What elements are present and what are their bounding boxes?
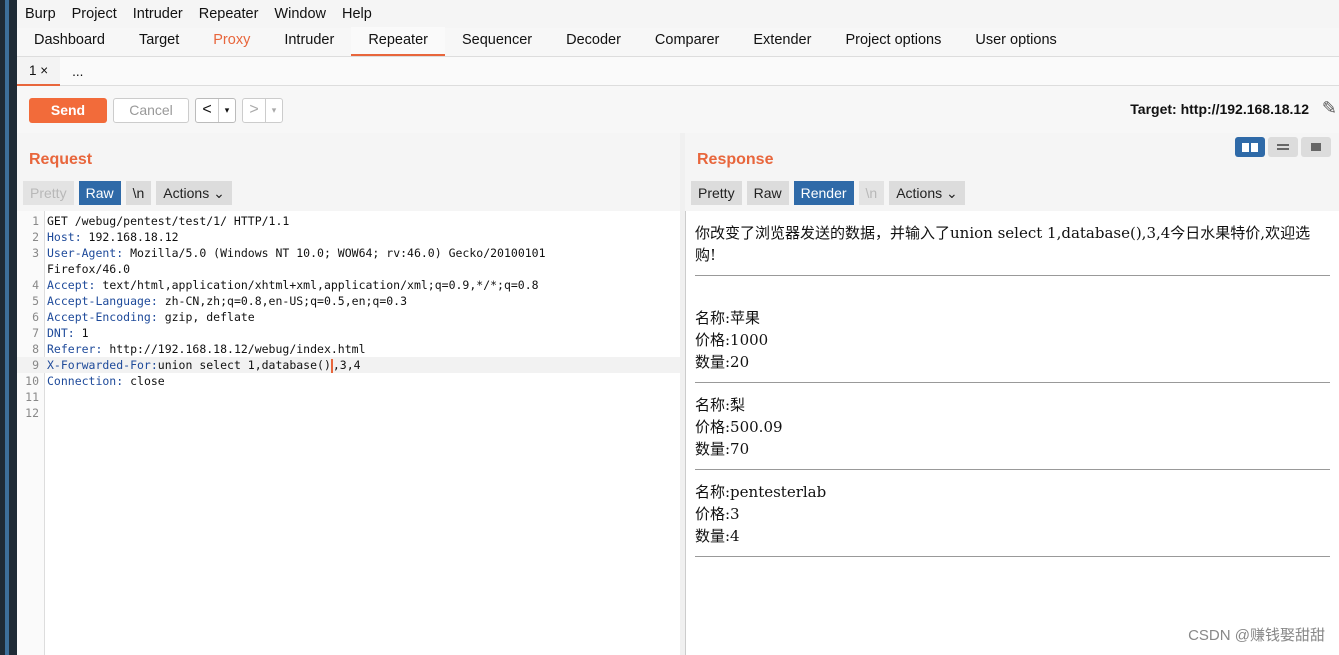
layout-buttons [1235,137,1331,157]
repeater-new-tab[interactable]: ... [60,58,95,85]
main-tabs: Dashboard Target Proxy Intruder Repeater… [17,27,1339,57]
response-actions-label: Actions [896,185,943,201]
repeater-subtabs: 1 × ... [17,56,1339,86]
back-arrow-icon[interactable]: < [196,101,218,119]
tab-extender[interactable]: Extender [736,27,828,56]
edit-target-icon[interactable]: ✎ [1322,98,1337,119]
divider [695,556,1330,557]
send-button[interactable]: Send [29,97,107,123]
request-line: 2 Host: 192.168.18.12 [32,230,179,244]
product-qty: 数量:20 [695,353,750,371]
tab-intruder[interactable]: Intruder [267,27,351,56]
request-pretty-button[interactable]: Pretty [23,181,74,205]
response-render-button[interactable]: Render [793,181,854,205]
product-item: 名称:pentesterlab 价格:3 数量:4 [695,481,826,547]
request-line-current: 9 X-Forwarded-For:union select 1,database… [17,357,680,373]
left-strip-bar [5,0,9,655]
menu-intruder[interactable]: Intruder [125,6,191,22]
response-pane: Response Pretty Raw Render \n Actions ⌄ … [685,133,1339,655]
response-newline-button[interactable]: \n [858,181,885,205]
divider [695,469,1330,470]
watermark: CSDN @赚钱娶甜甜 [1188,627,1325,644]
request-newline-button[interactable]: \n [125,181,152,205]
menu-window[interactable]: Window [266,6,334,22]
left-window-strip [0,0,17,655]
product-price: 价格:1000 [695,331,769,349]
tab-repeater[interactable]: Repeater [351,27,445,56]
tab-user-options[interactable]: User options [958,27,1073,56]
response-pretty-button[interactable]: Pretty [691,181,742,205]
request-pane: Request Pretty Raw \n Actions ⌄ 1 GET /we… [17,133,681,655]
response-raw-button[interactable]: Raw [746,181,789,205]
menu-help[interactable]: Help [334,6,380,22]
request-actions-button[interactable]: Actions ⌄ [156,181,232,205]
tab-dashboard[interactable]: Dashboard [17,27,122,56]
chevron-down-icon: ⌄ [946,185,958,201]
product-item: 名称:梨 价格:500.09 数量:70 [695,394,783,460]
product-name: 名称:pentesterlab [695,483,827,501]
layout-tabs-icon[interactable] [1301,137,1331,157]
product-price: 价格:500.09 [695,418,783,436]
request-line: 12 [25,406,39,420]
request-line: 11 [25,390,39,404]
request-header: Request Pretty Raw \n Actions ⌄ [17,133,680,211]
response-render-view: 你改变了浏览器发送的数据，并输入了union select 1,database… [685,211,1339,655]
request-view-buttons: Pretty Raw \n Actions ⌄ [23,181,232,205]
cancel-button[interactable]: Cancel [113,97,189,123]
repeater-tab-1[interactable]: 1 × [17,56,61,86]
render-intro-text: 你改变了浏览器发送的数据，并输入了union select 1,database… [695,224,1311,264]
tab-decoder[interactable]: Decoder [549,27,638,56]
menu-bar: Burp Project Intruder Repeater Window He… [17,0,1339,28]
history-back-group: < ▾ [195,97,236,123]
target-label: Target: http://192.168.18.12 [1130,101,1309,117]
divider [695,382,1330,383]
response-actions-button[interactable]: Actions ⌄ [889,181,965,205]
product-price: 价格:3 [695,505,740,523]
menu-burp[interactable]: Burp [17,6,64,22]
request-line: 5 Accept-Language: zh-CN,zh;q=0.8,en-US;q… [32,294,408,308]
layout-stacked-icon[interactable] [1268,137,1298,157]
response-header: Response Pretty Raw Render \n Actions ⌄ [685,133,1339,211]
back-dropdown-icon[interactable]: ▾ [218,98,235,122]
divider [695,275,1330,276]
product-item: 名称:苹果 价格:1000 数量:20 [695,307,768,373]
layout-side-by-side-icon[interactable] [1235,137,1265,157]
request-line: 8 Referer: http://192.168.18.12/webug/ind… [32,342,366,356]
tab-sequencer[interactable]: Sequencer [445,27,549,56]
tab-target[interactable]: Target [122,27,196,56]
product-name: 名称:梨 [695,396,746,414]
response-view-buttons: Pretty Raw Render \n Actions ⌄ [691,181,965,205]
request-line: 10 Connection: close [25,374,165,388]
product-qty: 数量:4 [695,527,740,545]
request-line: 6 Accept-Encoding: gzip, deflate [32,310,255,324]
history-forward-group: > ▾ [242,97,283,123]
request-line: 7 DNT: 1 [32,326,89,340]
request-line: 1 GET /webug/pentest/test/1/ HTTP/1.1 [32,214,290,228]
chevron-down-icon: ⌄ [213,185,225,201]
forward-arrow-icon[interactable]: > [243,101,265,119]
menu-project[interactable]: Project [64,6,125,22]
tab-project-options[interactable]: Project options [828,27,958,56]
response-title: Response [697,151,774,168]
product-name: 名称:苹果 [695,309,761,327]
request-line: 4 Accept: text/html,application/xhtml+xml… [32,278,539,292]
forward-dropdown-icon[interactable]: ▾ [265,98,282,122]
repeater-toolbar: Send Cancel < ▾ > ▾ Target: http://192.1… [17,86,1339,135]
request-editor[interactable]: 1 GET /webug/pentest/test/1/ HTTP/1.1 2 Ho… [17,211,680,655]
product-qty: 数量:70 [695,440,750,458]
request-actions-label: Actions [163,185,210,201]
tab-proxy[interactable]: Proxy [196,27,267,56]
request-line: 3 User-Agent: Mozilla/5.0 (Windows NT 10.… [32,246,546,260]
request-raw-button[interactable]: Raw [78,181,121,205]
request-title: Request [29,151,93,168]
menu-repeater[interactable]: Repeater [191,6,267,22]
request-line: Firefox/46.0 [47,262,131,276]
tab-comparer[interactable]: Comparer [638,27,736,56]
